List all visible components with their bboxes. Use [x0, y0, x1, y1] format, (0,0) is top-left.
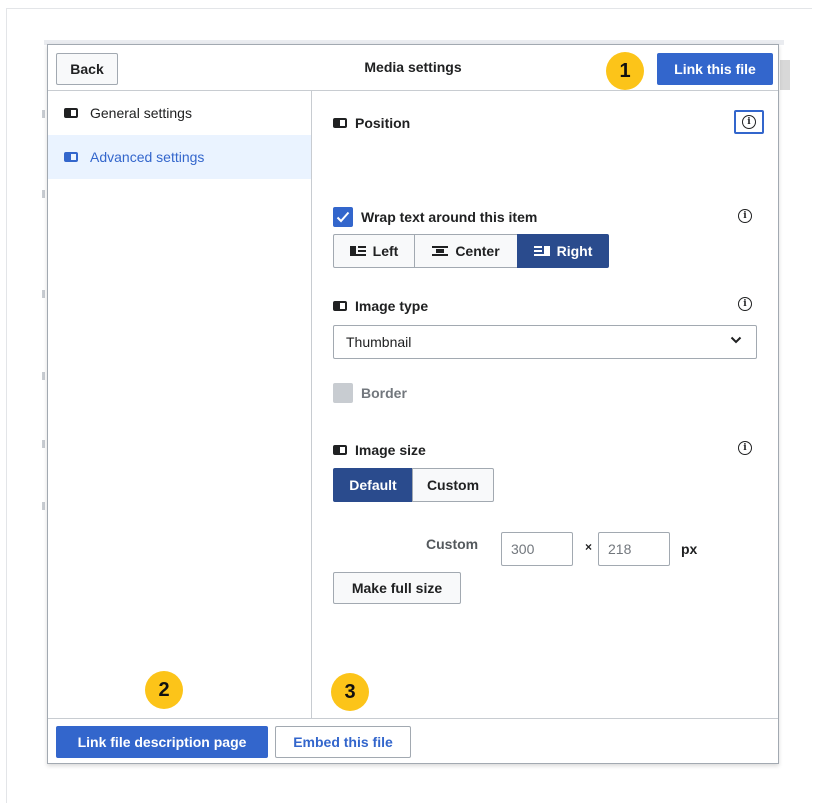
sidebar-item-general-settings[interactable]: General settings: [48, 91, 311, 135]
background-mark: [42, 110, 45, 118]
sidebar-item-label: Advanced settings: [90, 149, 205, 165]
chevron-down-icon: [730, 336, 742, 344]
align-right-icon: [533, 246, 550, 256]
align-right-button[interactable]: Right: [517, 234, 609, 268]
advanced-settings-panel: Position i Wrap text around this item i …: [313, 91, 778, 718]
link-file-description-page-button[interactable]: Link file description page: [56, 726, 268, 758]
checkmark-icon: [336, 211, 350, 223]
align-left-icon: [349, 246, 366, 256]
align-left-label: Left: [372, 243, 399, 259]
border-checkbox[interactable]: [333, 383, 353, 403]
info-icon[interactable]: i: [738, 209, 752, 223]
dialog-header: Back Media settings Link this file: [48, 45, 778, 91]
wrap-text-checkbox[interactable]: [333, 207, 353, 227]
settings-sidebar: General settings Advanced settings: [48, 91, 312, 718]
align-right-label: Right: [556, 243, 593, 259]
image-size-label: Image size: [355, 442, 426, 458]
size-custom-button[interactable]: Custom: [412, 468, 494, 502]
callout-badge-3: 3: [331, 673, 369, 711]
background-mark: [42, 502, 45, 510]
size-default-button[interactable]: Default: [333, 468, 413, 502]
align-center-icon: [432, 246, 449, 256]
dialog-footer: Link file description page Embed this fi…: [48, 718, 778, 763]
unit-label: px: [681, 541, 698, 557]
background-mark: [42, 372, 45, 380]
times-separator: ×: [585, 540, 593, 554]
position-heading: Position: [333, 115, 410, 131]
info-icon[interactable]: i: [738, 441, 752, 455]
alignment-button-group: Left Center Right: [333, 234, 609, 268]
image-type-heading: Image type: [333, 298, 428, 314]
border-label: Border: [361, 385, 407, 401]
callout-badge-1: 1: [606, 52, 644, 90]
background-mark: [42, 290, 45, 298]
height-input[interactable]: 218: [598, 532, 670, 566]
background-mark: [42, 190, 45, 198]
image-size-button-group: Default Custom: [333, 468, 494, 502]
link-this-file-button[interactable]: Link this file: [657, 53, 773, 85]
width-input[interactable]: 300: [501, 532, 573, 566]
toggle-pill-icon: [333, 445, 347, 455]
align-center-label: Center: [455, 243, 500, 259]
media-settings-dialog: Back Media settings Link this file Gener…: [47, 44, 779, 764]
background-mark: [42, 440, 45, 448]
toggle-pill-icon: [64, 149, 78, 165]
info-icon: i: [742, 115, 756, 129]
image-size-heading: Image size: [333, 442, 426, 458]
image-type-label: Image type: [355, 298, 429, 314]
custom-size-label: Custom: [426, 536, 479, 552]
image-type-selected-value: Thumbnail: [346, 334, 412, 350]
callout-badge-2: 2: [145, 671, 183, 709]
image-type-dropdown[interactable]: Thumbnail: [333, 325, 757, 359]
make-full-size-button[interactable]: Make full size: [333, 572, 461, 604]
background-edge: [780, 60, 790, 90]
toggle-pill-icon: [333, 301, 347, 311]
toggle-pill-icon: [64, 105, 78, 121]
position-label: Position: [355, 115, 411, 131]
align-left-button[interactable]: Left: [333, 234, 415, 268]
position-info-button[interactable]: i: [734, 110, 764, 134]
info-icon[interactable]: i: [738, 297, 752, 311]
wrap-text-label: Wrap text around this item: [361, 209, 538, 225]
align-center-button[interactable]: Center: [414, 234, 518, 268]
sidebar-item-label: General settings: [90, 105, 192, 121]
embed-this-file-button[interactable]: Embed this file: [275, 726, 411, 758]
toggle-pill-icon: [333, 118, 347, 128]
sidebar-item-advanced-settings[interactable]: Advanced settings: [48, 135, 311, 179]
